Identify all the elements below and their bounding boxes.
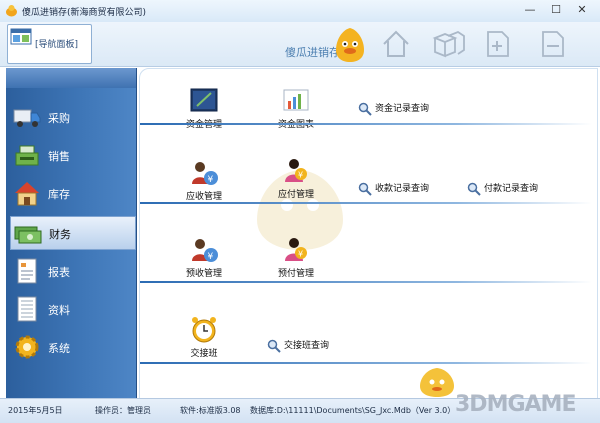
payable-management-label: 应付管理 [277,190,314,200]
minimize-icon[interactable]: — [517,1,543,19]
nav-panel-label: [导航面板] [35,40,79,50]
report-icon [17,258,37,284]
sidebar-item-label: 报表 [48,266,70,279]
chart-icon [283,89,309,111]
shift-handover-button[interactable]: 交接班 [169,315,239,359]
prepay-management-button[interactable]: ¥ 预付管理 [261,235,331,279]
status-database-path: 数据库:D:\11111\Documents\SG_Jxc.Mdb（Ver 3.… [250,406,456,415]
receivable-management-label: 应收管理 [185,192,222,202]
person-money-icon: ¥ [285,238,307,261]
shift-handover-query-label: 交接班查询 [284,341,330,351]
sidebar-item-data[interactable]: 资料 [10,293,134,325]
magnifier-icon [267,339,281,353]
close-icon[interactable]: ✕ [569,1,595,19]
magnifier-icon [358,182,372,196]
nav-panel-icon [10,28,32,45]
row-separator [140,281,592,283]
sidebar-item-inventory[interactable]: 库存 [10,177,134,209]
status-date: 2015年5月5日 [8,406,63,415]
magnifier-icon [358,102,372,116]
prereceive-management-label: 预收管理 [185,269,222,279]
row-separator [140,362,592,364]
shift-handover-query-link[interactable]: 交接班查询 [267,338,329,353]
svg-text:¥: ¥ [298,171,303,180]
receipt-record-query-link[interactable]: 收款记录查询 [358,181,429,196]
prereceive-management-button[interactable]: ¥ 预收管理 [169,235,239,279]
add-document-icon[interactable] [480,26,516,62]
maximize-icon[interactable]: ☐ [543,1,569,19]
mascot-icon [336,28,364,62]
app-logo-icon [6,5,17,17]
sidebar-item-label: 销售 [48,150,70,163]
svg-text:¥: ¥ [208,252,214,262]
home-icon[interactable] [378,26,414,62]
status-software-version: 软件:标准版3.08 [180,406,241,415]
sidebar-item-label: 库存 [48,188,70,201]
boxes-icon[interactable] [430,26,466,62]
payment-record-query-label: 付款记录查询 [484,184,539,194]
gear-icon [15,335,39,359]
receipt-record-query-label: 收款记录查询 [375,184,430,194]
sidebar-item-label: 系统 [48,342,70,355]
house-icon [15,182,39,206]
shift-handover-label: 交接班 [190,349,218,359]
person-money-icon: ¥ [285,159,307,182]
receivable-management-button[interactable]: ¥ 应收管理 [169,158,239,202]
row-separator [140,123,592,125]
magnifier-icon [467,182,481,196]
sidebar-item-label: 财务 [49,228,71,241]
document-icon [17,296,37,322]
money-icon [14,226,42,244]
sidebar-item-system[interactable]: 系统 [10,331,134,363]
payable-management-button[interactable]: ¥ 应付管理 [261,156,331,200]
people-money-icon: ¥ [192,162,218,185]
window-title: 傻瓜进销存(新海商贸有限公司) [22,8,147,18]
svg-text:¥: ¥ [208,175,214,185]
sidebar-item-reports[interactable]: 报表 [10,255,134,287]
truck-icon [13,109,41,127]
prepay-management-label: 预付管理 [277,269,314,279]
sidebar-item-sales[interactable]: 销售 [10,139,134,171]
fund-record-query-link[interactable]: 资金记录查询 [358,101,429,116]
mascot-icon [420,368,454,397]
ledger-icon [190,88,218,112]
people-money-icon: ¥ [192,239,218,262]
status-operator: 操作员：管理员 [95,406,151,415]
sidebar-item-label: 采购 [48,112,70,125]
site-watermark: 3DMGAME [455,392,576,417]
payment-record-query-link[interactable]: 付款记录查询 [467,181,538,196]
alarm-clock-icon [192,317,216,343]
sidebar-item-finance[interactable]: 财务 [10,216,136,250]
fund-record-query-label: 资金记录查询 [375,104,430,114]
cash-register-icon [15,145,39,166]
sidebar-item-label: 资料 [48,304,70,317]
svg-text:¥: ¥ [298,250,303,259]
remove-document-icon[interactable] [535,26,571,62]
sidebar-header [6,68,136,88]
sidebar-item-purchase[interactable]: 采购 [10,101,134,133]
row-separator [140,202,592,204]
